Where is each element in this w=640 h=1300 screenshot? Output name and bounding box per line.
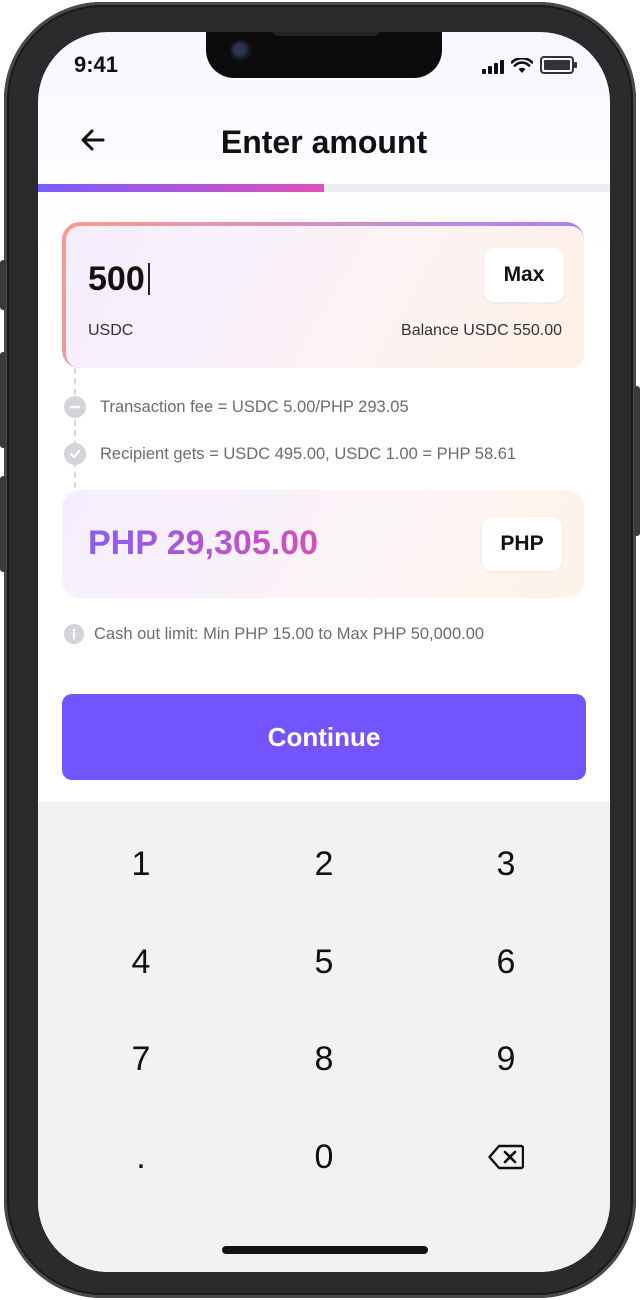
volume-down-button — [0, 476, 6, 572]
transaction-fee-row: Transaction fee = USDC 5.00/PHP 293.05 — [64, 396, 409, 418]
step-progress-bar — [38, 184, 610, 192]
status-time: 9:41 — [74, 52, 119, 77]
key-5[interactable]: 5 — [244, 922, 404, 1002]
currency-selector-button[interactable]: PHP — [482, 517, 562, 571]
key-2[interactable]: 2 — [244, 824, 404, 904]
minus-circle-icon — [64, 396, 86, 418]
continue-button[interactable]: Continue — [62, 694, 586, 780]
key-1[interactable]: 1 — [61, 824, 221, 904]
timeline-connector — [74, 368, 76, 488]
balance-text: Balance USDC 550.00 — [401, 322, 562, 339]
cash-out-limit-row: Cash out limit: Min PHP 15.00 to Max PHP… — [64, 624, 484, 644]
key-8[interactable]: 8 — [244, 1019, 404, 1099]
amount-input[interactable]: 500 — [88, 260, 150, 299]
amount-unit: USDC — [88, 322, 134, 339]
notch — [206, 32, 442, 78]
key-decimal[interactable]: . — [61, 1117, 221, 1197]
amount-card[interactable]: 500 Max USDC Balance USDC 550.00 — [64, 224, 586, 370]
status-icons — [482, 56, 577, 74]
home-indicator — [222, 1246, 428, 1254]
check-circle-icon — [64, 443, 86, 465]
front-camera — [230, 40, 252, 62]
transaction-fee-text: Transaction fee = USDC 5.00/PHP 293.05 — [100, 397, 409, 416]
max-button[interactable]: Max — [484, 248, 564, 302]
backspace-icon — [488, 1144, 524, 1170]
key-3[interactable]: 3 — [426, 824, 586, 904]
volume-up-button — [0, 352, 6, 448]
key-6[interactable]: 6 — [426, 922, 586, 1002]
wifi-icon — [511, 58, 533, 73]
backspace-key[interactable] — [426, 1117, 586, 1197]
numeric-keypad: 1 2 3 4 5 6 7 8 9 . 0 — [38, 802, 610, 1272]
page-title: Enter amount — [220, 124, 428, 160]
recipient-gets-text: Recipient gets = USDC 495.00, USDC 1.00 … — [100, 444, 517, 463]
app-screen: 9:41 Enter amount 500 Max USDC Balance U… — [38, 32, 610, 1272]
speaker — [272, 32, 380, 36]
battery-icon — [540, 56, 577, 74]
cash-out-limit-text: Cash out limit: Min PHP 15.00 to Max PHP… — [94, 624, 485, 643]
cellular-signal-icon — [482, 58, 504, 74]
key-0[interactable]: 0 — [244, 1117, 404, 1197]
step-progress-fill — [38, 184, 324, 192]
silent-switch — [0, 260, 6, 310]
key-7[interactable]: 7 — [61, 1019, 221, 1099]
recipient-gets-row: Recipient gets = USDC 495.00, USDC 1.00 … — [64, 443, 516, 465]
amount-value: 500 — [88, 260, 145, 298]
text-caret — [147, 263, 150, 295]
converted-amount: PHP 29,305.00 — [88, 524, 318, 562]
power-button — [634, 386, 640, 536]
converted-amount-card: PHP 29,305.00 PHP — [62, 490, 584, 598]
info-icon — [64, 624, 84, 644]
phone-frame: 9:41 Enter amount 500 Max USDC Balance U… — [0, 2, 640, 1298]
key-9[interactable]: 9 — [426, 1019, 586, 1099]
key-4[interactable]: 4 — [61, 922, 221, 1002]
